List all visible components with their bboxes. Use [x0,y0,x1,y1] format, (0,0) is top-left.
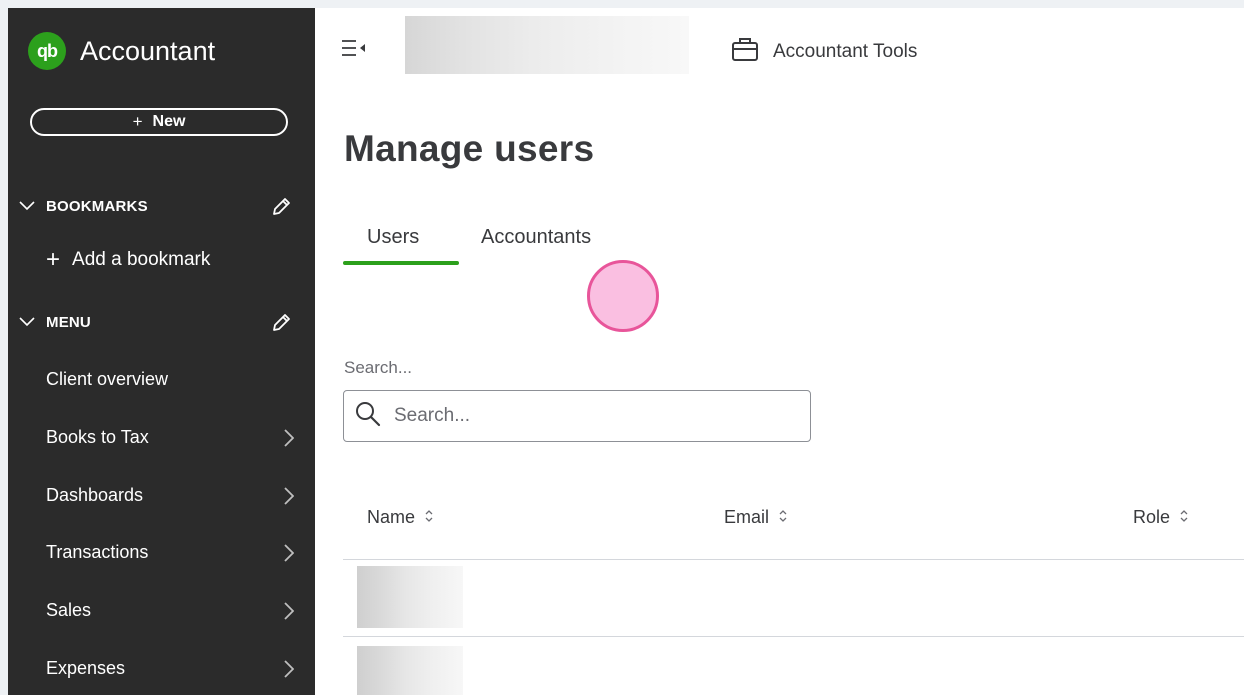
sidebar-item-label: Transactions [46,541,149,562]
sort-icon [778,507,788,528]
column-header-label: Email [724,507,770,527]
chevron-down-icon [16,317,38,327]
sidebar-item-label: Sales [46,599,92,620]
sort-icon [1179,507,1189,528]
sidebar-item-expenses[interactable]: Expenses [8,643,315,693]
chevron-right-icon [284,602,295,625]
chevron-right-icon [284,429,295,452]
main-content: Accountant Tools Manage users Users Acco… [315,8,1244,695]
brand[interactable]: qb Accountant [28,32,215,70]
new-button-label: New [152,113,186,130]
sidebar-item-label: Dashboards [46,484,144,505]
company-name-redacted [405,16,689,74]
sidebar-item-client-overview[interactable]: Client overview [8,354,315,404]
sidebar-item-label: Books to Tax [46,426,149,447]
chevron-right-icon [284,544,295,567]
sidebar-item-sales[interactable]: Sales [8,585,315,635]
column-header-role[interactable]: Role [1133,507,1189,528]
users-table-header: Name Email Role [343,496,1244,542]
sidebar-item-transactions[interactable]: Transactions [8,527,315,577]
accountant-tools-button[interactable]: Accountant Tools [731,36,917,68]
search-label: Search... [344,358,413,377]
table-divider [343,636,1244,637]
sidebar-item-books-to-tax[interactable]: Books to Tax [8,412,315,462]
column-header-email[interactable]: Email [724,507,788,528]
tab-accountants[interactable]: Accountants [481,226,591,249]
page-title: Manage users [344,128,595,169]
sidebar-item-label: Client overview [46,368,169,389]
table-row-redacted[interactable] [357,566,463,628]
column-header-label: Role [1133,507,1171,527]
active-tab-indicator [343,261,459,265]
qb-logo-icon: qb [28,32,66,70]
sidebar: qb Accountant + New BOOKMARKS + Add a bo… [8,8,315,695]
menu-heading: MENU [46,313,91,331]
new-button[interactable]: + New [30,108,288,136]
sort-icon [424,507,434,528]
table-row-redacted[interactable] [357,646,463,695]
top-bar: Accountant Tools [315,8,1244,86]
column-header-name[interactable]: Name [367,507,434,528]
chevron-down-icon [16,201,38,211]
tab-users[interactable]: Users [367,226,419,249]
column-header-label: Name [367,507,416,527]
brand-name: Accountant [80,35,216,66]
plus-icon: + [132,112,143,131]
sidebar-item-dashboards[interactable]: Dashboards [8,470,315,520]
briefcase-icon [731,36,759,68]
click-indicator [587,260,659,332]
pencil-icon[interactable] [270,196,292,223]
table-divider [343,559,1244,560]
search-field[interactable] [343,390,811,442]
menu-header[interactable]: MENU [8,302,315,342]
search-input[interactable] [392,395,796,437]
search-icon [354,400,382,433]
chevron-right-icon [284,487,295,510]
chevron-right-icon [284,660,295,683]
bookmarks-header[interactable]: BOOKMARKS [8,186,315,226]
hamburger-collapse-icon[interactable] [341,38,367,63]
plus-icon: + [46,246,61,273]
tab-bar: Users Accountants [343,220,703,270]
add-bookmark-link[interactable]: + Add a bookmark [46,246,210,274]
add-bookmark-label: Add a bookmark [72,249,211,270]
pencil-icon[interactable] [270,312,292,339]
bookmarks-heading: BOOKMARKS [46,197,148,215]
sidebar-item-label: Expenses [46,657,126,678]
accountant-tools-label: Accountant Tools [773,41,918,62]
